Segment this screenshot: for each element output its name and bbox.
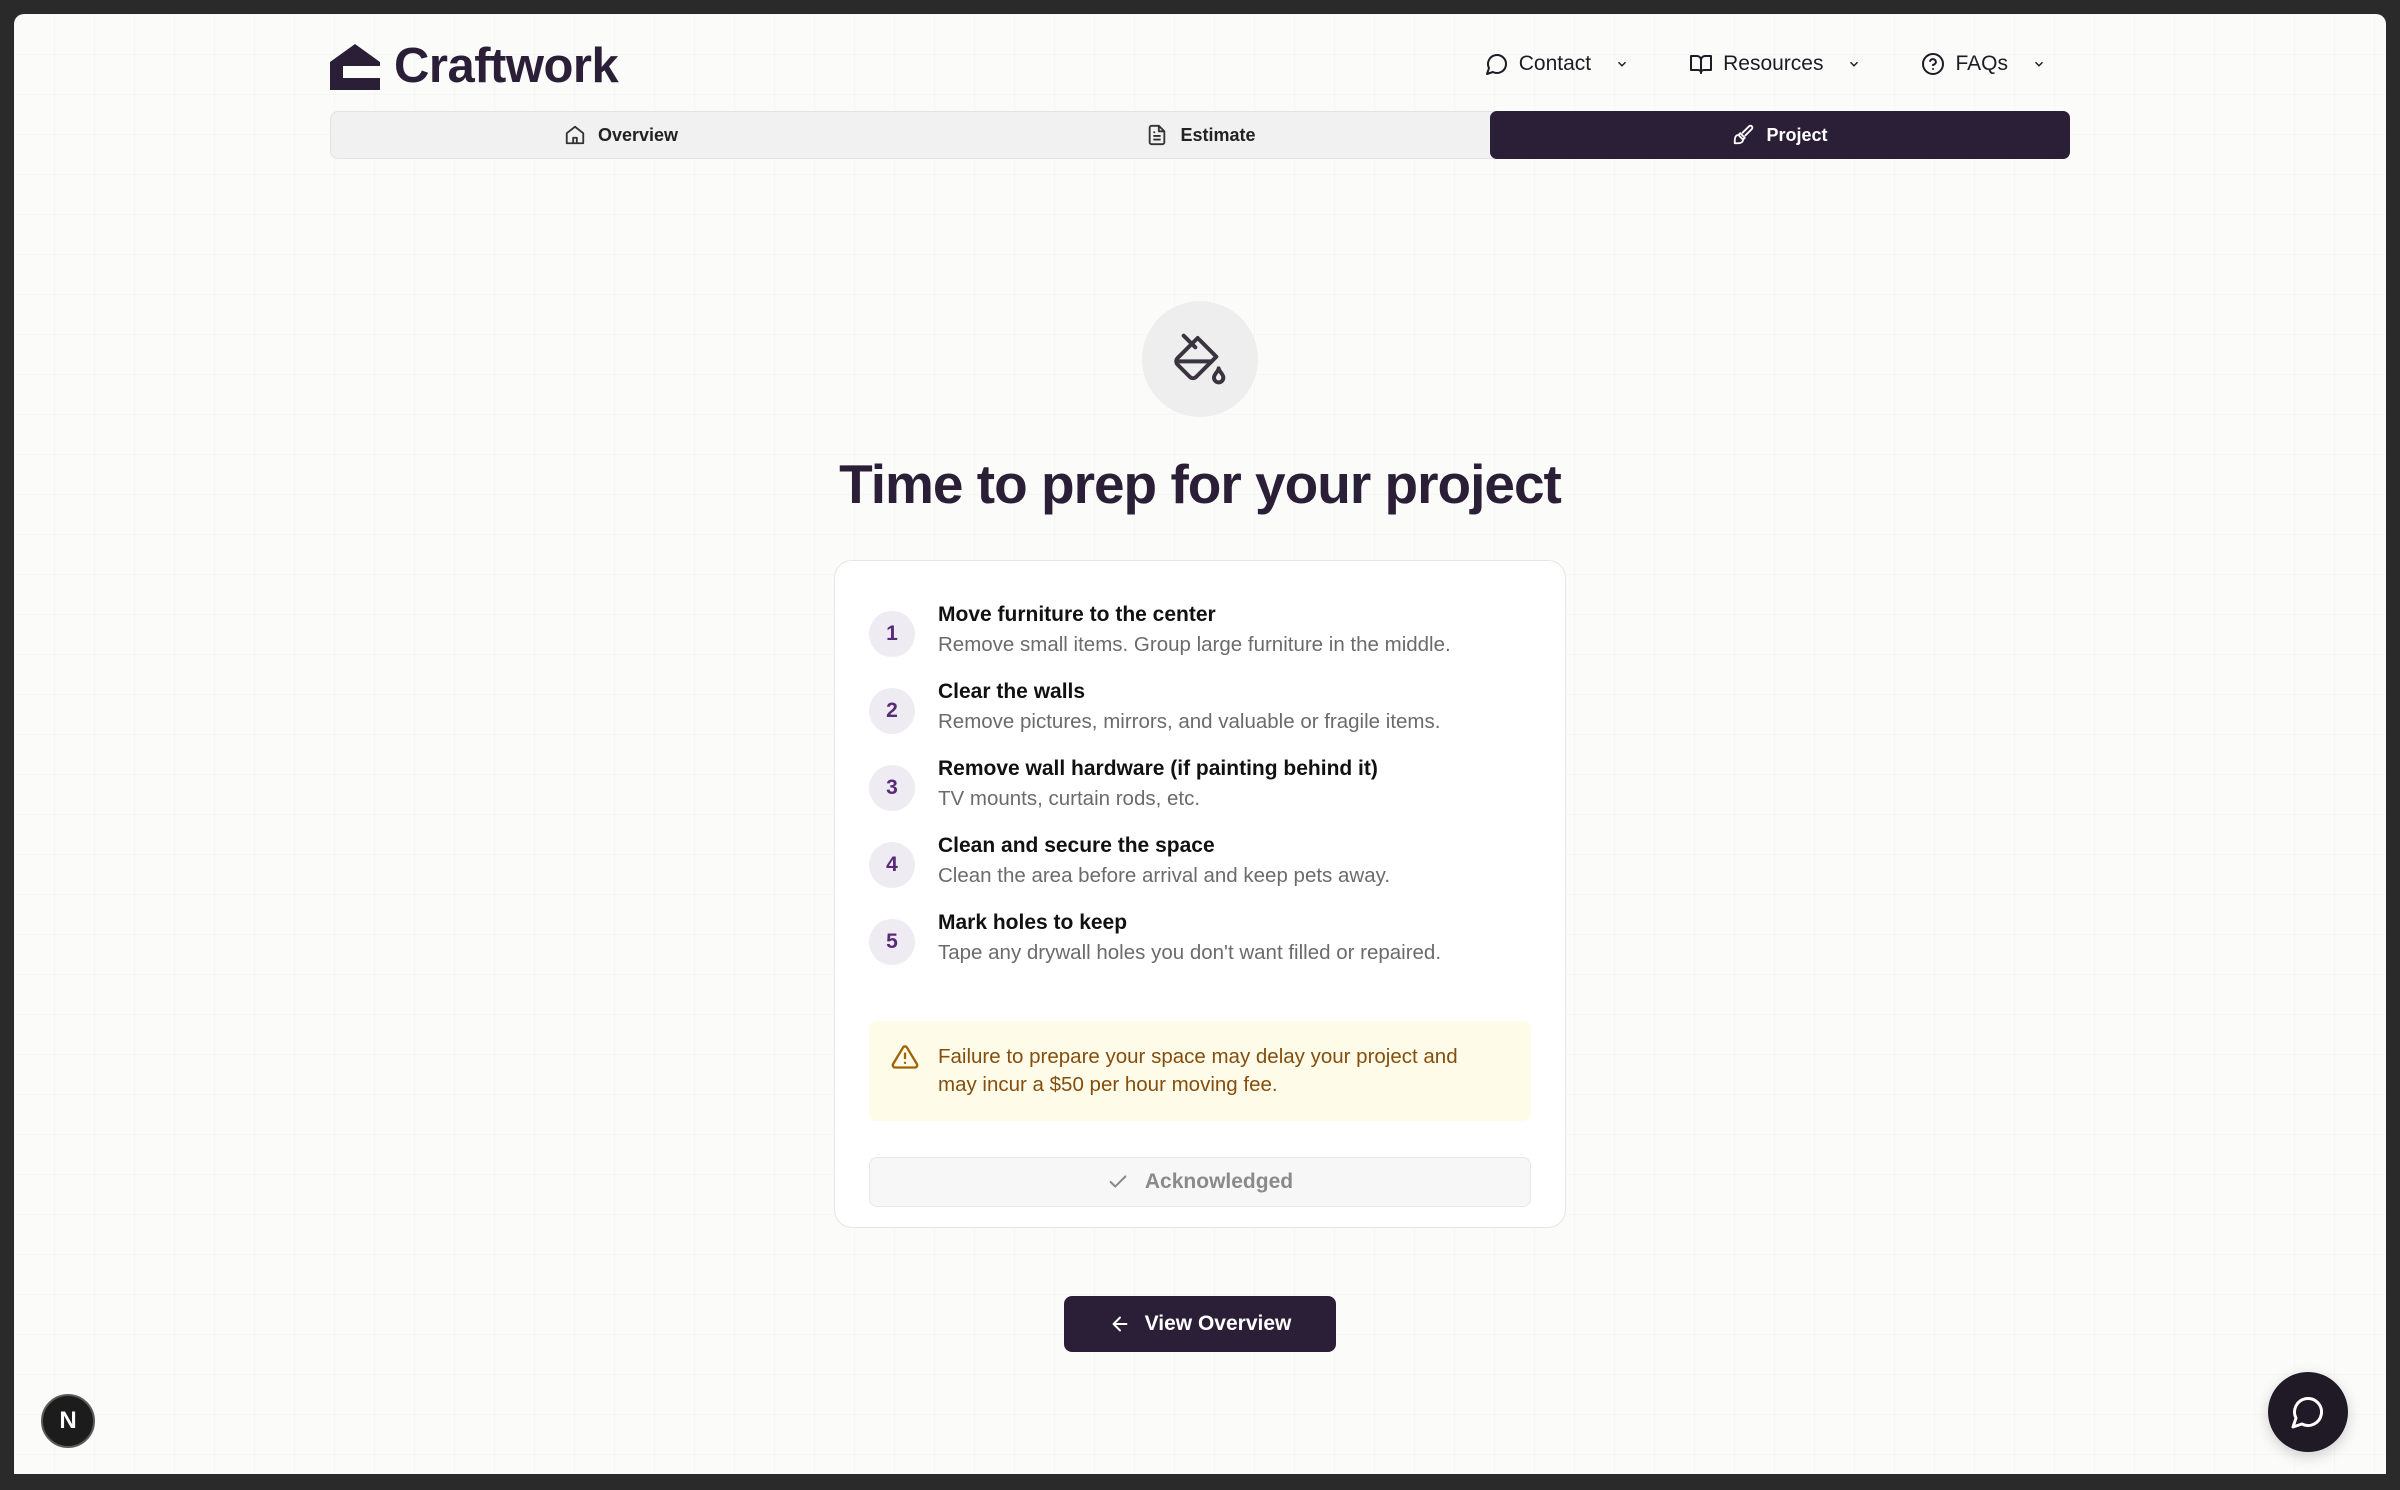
list-item: 2 Clear the walls Remove pictures, mirro…	[869, 680, 1531, 757]
list-item: 1 Move furniture to the center Remove sm…	[869, 603, 1531, 680]
step-title: Remove wall hardware (if painting behind…	[938, 757, 1378, 780]
alert-triangle-icon	[891, 1045, 919, 1069]
top-nav: Contact Resources FAQs	[1485, 52, 2046, 76]
paintbrush-icon	[1734, 124, 1754, 145]
arrow-left-icon	[1112, 1316, 1128, 1332]
tab-overview[interactable]: Overview	[331, 112, 911, 158]
warning-alert: Failure to prepare your space may delay …	[869, 1021, 1531, 1121]
view-overview-label: View Overview	[1144, 1312, 1292, 1335]
step-description: Tape any drywall holes you don't want fi…	[938, 941, 1442, 964]
house-logo-icon	[330, 44, 380, 90]
section-tabs: Overview Estimate Project	[330, 111, 2070, 159]
step-number-badge: 3	[869, 765, 915, 811]
dev-tools-badge[interactable]: N	[41, 1394, 95, 1448]
step-title: Clean and secure the space	[938, 834, 1215, 857]
prep-checklist-card: 1 Move furniture to the center Remove sm…	[834, 560, 1566, 1228]
document-icon	[1149, 124, 1166, 146]
tab-overview-label: Overview	[597, 124, 679, 145]
list-item: 5 Mark holes to keep Tape any drywall ho…	[869, 911, 1531, 988]
step-title: Move furniture to the center	[938, 603, 1216, 626]
nav-faqs[interactable]: FAQs	[1921, 52, 2046, 76]
app-viewport: Craftwork Contact Resources FAQs Overvie…	[14, 14, 2386, 1474]
step-description: Remove pictures, mirrors, and valuable o…	[938, 710, 1441, 733]
brand-logo[interactable]: Craftwork	[330, 38, 619, 94]
book-open-icon	[1690, 55, 1713, 74]
chevron-down-icon	[2034, 61, 2044, 67]
chat-launcher-button[interactable]	[2268, 1372, 2348, 1452]
chevron-down-icon	[1850, 61, 1859, 67]
paint-bucket-icon	[1174, 333, 1226, 385]
nav-contact-label: Contact	[1518, 52, 1592, 75]
tab-estimate[interactable]: Estimate	[911, 112, 1491, 158]
tab-project[interactable]: Project	[1490, 111, 2070, 159]
chevron-down-icon	[1618, 61, 1627, 67]
nav-contact[interactable]: Contact	[1485, 52, 1629, 76]
step-description: Remove small items. Group large furnitur…	[938, 633, 1451, 656]
help-circle-icon	[1922, 53, 1945, 75]
nav-faqs-label: FAQs	[1955, 52, 2008, 75]
message-circle-icon	[1485, 54, 1507, 75]
step-title: Mark holes to keep	[938, 911, 1128, 934]
step-number-badge: 2	[869, 688, 915, 734]
hero-icon-circle	[1142, 301, 1258, 417]
page-title: Time to prep for your project	[839, 453, 1562, 515]
step-number-badge: 5	[869, 919, 915, 965]
list-item: 4 Clean and secure the space Clean the a…	[869, 834, 1531, 911]
check-icon	[1109, 1175, 1127, 1188]
home-icon	[565, 125, 585, 145]
step-description: TV mounts, curtain rods, etc.	[938, 787, 1201, 810]
nav-resources-label: Resources	[1723, 52, 1824, 75]
tab-estimate-label: Estimate	[1180, 124, 1256, 145]
warning-text: Failure to prepare your space may delay …	[938, 1045, 1458, 1096]
step-number-badge: 4	[869, 842, 915, 888]
list-item: 3 Remove wall hardware (if painting behi…	[869, 757, 1531, 834]
prep-steps-list: 1 Move furniture to the center Remove sm…	[869, 603, 1531, 988]
brand-name: Craftwork	[394, 39, 619, 93]
tab-project-label: Project	[1766, 124, 1828, 145]
step-number-badge: 1	[869, 611, 915, 657]
acknowledged-label: Acknowledged	[1144, 1170, 1294, 1193]
step-description: Clean the area before arrival and keep p…	[938, 864, 1391, 887]
nav-resources[interactable]: Resources	[1689, 52, 1861, 76]
message-circle-icon	[2291, 1396, 2324, 1429]
view-overview-button[interactable]: View Overview	[1064, 1296, 1336, 1352]
acknowledged-button[interactable]: Acknowledged	[869, 1157, 1531, 1207]
step-title: Clear the walls	[938, 680, 1086, 703]
